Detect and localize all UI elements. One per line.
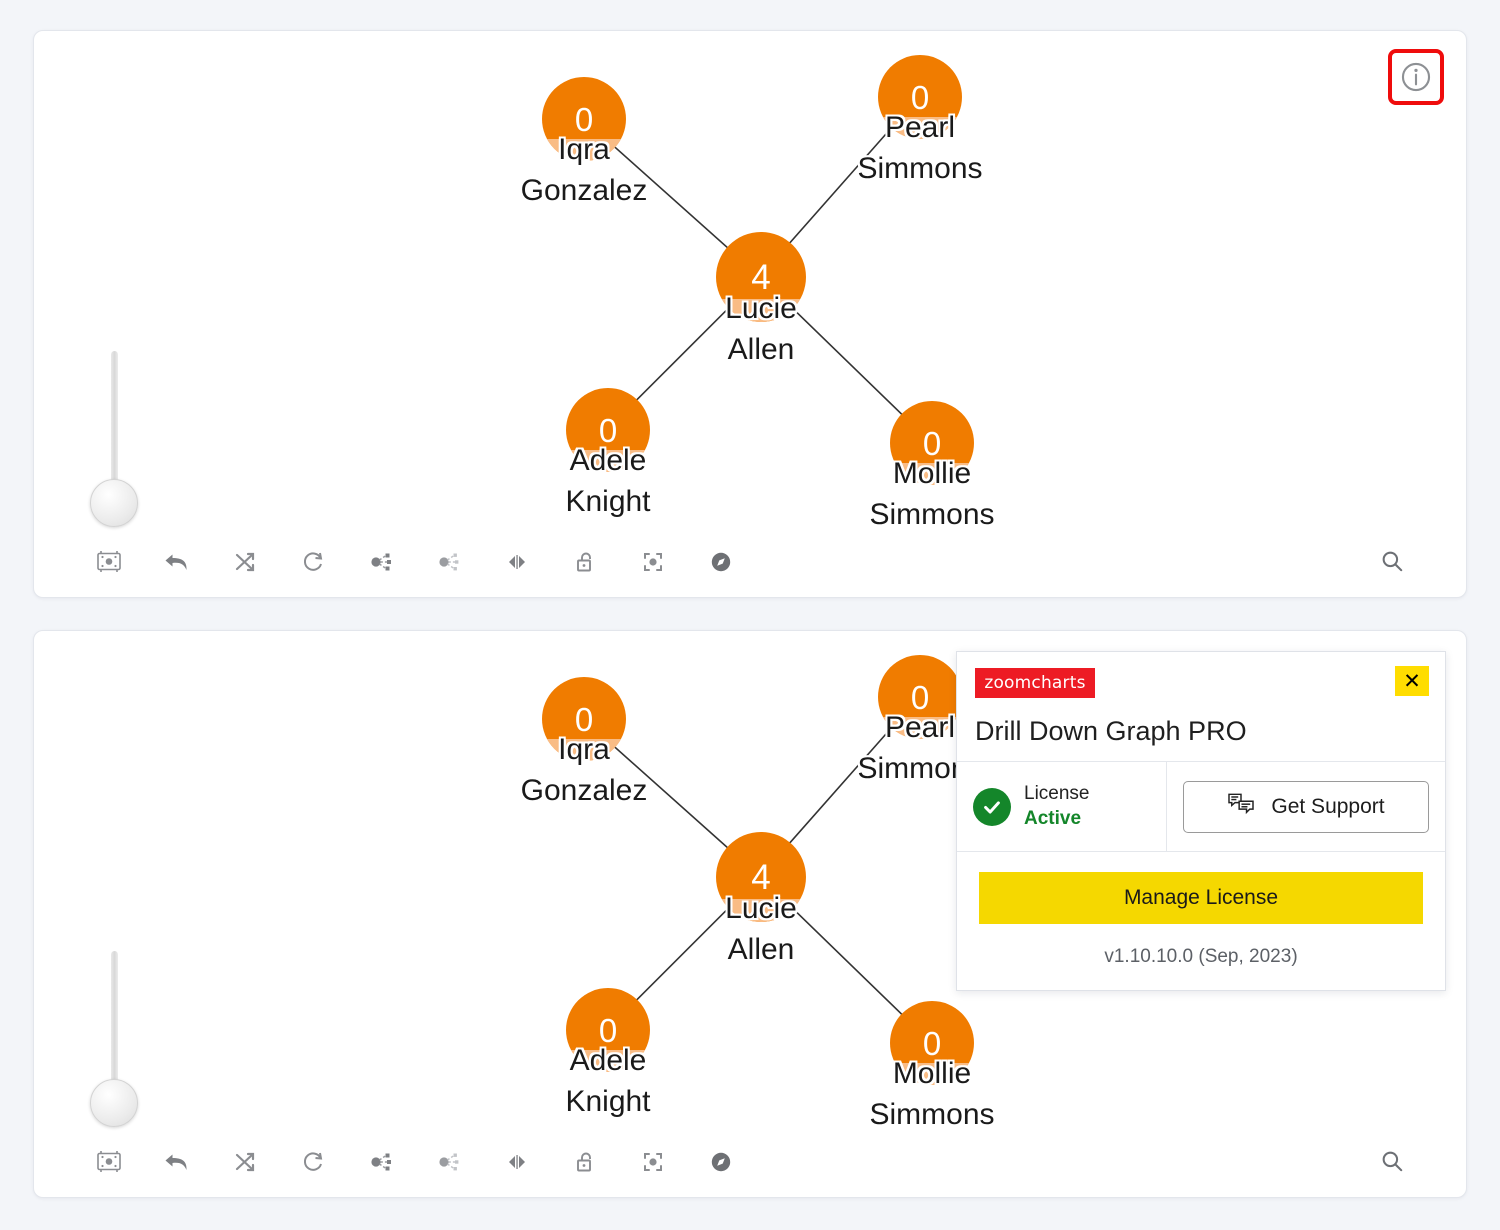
license-status-block: License Active [957,762,1167,852]
reload-icon[interactable] [296,1145,330,1179]
screenshot-icon[interactable] [92,545,126,579]
node-bubble: 0 [566,988,650,1072]
screenshot-icon[interactable] [92,1145,126,1179]
node-bubble: 4 [716,832,806,922]
panel-spacer [33,598,1467,630]
graph-node-mollie[interactable]: 0 Mollie Simmons [869,1001,995,1131]
undo-icon[interactable] [160,545,194,579]
node-value: 4 [751,257,771,297]
node-value: 0 [910,678,930,716]
license-status: Active [1024,807,1082,829]
info-popup-license-row: License Active Get Support [957,762,1445,853]
info-popup-title: Drill Down Graph PRO [975,716,1247,746]
chat-bubbles-icon [1227,792,1255,822]
zoom-slider-handle[interactable] [90,1079,138,1127]
focus-node-icon[interactable] [636,1145,670,1179]
info-popup-header: zoomcharts ✕ Drill Down Graph PRO [957,652,1445,762]
get-support-label: Get Support [1271,794,1385,818]
node-value: 0 [922,424,942,462]
unlock-icon[interactable] [568,545,602,579]
zoomcharts-logo: zoomcharts [975,668,1095,698]
graph-node-iqra[interactable]: 0 Iqra Gonzalez [521,677,647,807]
shuffle-icon[interactable] [228,1145,262,1179]
info-button[interactable] [1388,49,1444,105]
node-bubble: 0 [878,655,962,739]
graph-node-adele[interactable]: 0 Adele Knight [565,988,651,1118]
compass-icon[interactable] [704,545,738,579]
search-icon[interactable] [1376,1145,1408,1177]
collapse-node-icon[interactable] [432,1145,466,1179]
collapse-node-icon[interactable] [432,545,466,579]
node-bubble: 0 [566,388,650,472]
info-popup: zoomcharts ✕ Drill Down Graph PRO Licens… [956,651,1446,992]
node-value: 0 [910,78,930,116]
graph-node-iqra[interactable]: 0 Iqra Gonzalez [521,77,647,207]
graph-node-pearl[interactable]: 0 Pearl Simmons [857,655,983,785]
graph-node-lucie[interactable]: 4 Lucie Allen [716,232,806,366]
node-value: 0 [598,411,618,449]
horizontal-arrows-icon[interactable] [500,1145,534,1179]
node-bubble: 0 [878,55,962,139]
compass-icon[interactable] [704,1145,738,1179]
info-popup-footer: Manage License v1.10.10.0 (Sep, 2023) [957,852,1445,990]
check-circle-icon [973,787,1011,826]
version-text: v1.10.10.0 (Sep, 2023) [1104,946,1298,968]
unlock-icon[interactable] [568,1145,602,1179]
manage-license-button[interactable]: Manage License [979,872,1423,925]
license-text: License Active [1024,782,1090,831]
graph-panel-bottom: 0 Iqra Gonzalez 0 Pearl Simmons 4 Lucie Allen… [33,630,1467,1198]
node-value: 0 [922,1024,942,1062]
node-value: 0 [574,100,594,138]
zoom-slider[interactable] [82,951,146,1131]
support-block: Get Support [1167,762,1445,851]
undo-icon[interactable] [160,1145,194,1179]
zoom-slider-handle[interactable] [90,479,138,527]
graph-node-pearl[interactable]: 0 Pearl Simmons [857,55,983,185]
node-value: 4 [751,857,771,897]
horizontal-arrows-icon[interactable] [500,545,534,579]
expand-node-icon[interactable] [364,1145,398,1179]
node-value: 0 [598,1011,618,1049]
graph-node-lucie[interactable]: 4 Lucie Allen [716,832,806,966]
shuffle-icon[interactable] [228,545,262,579]
get-support-button[interactable]: Get Support [1183,780,1429,833]
node-bubble: 0 [890,1001,974,1085]
expand-node-icon[interactable] [364,545,398,579]
graph-node-adele[interactable]: 0 Adele Knight [565,388,651,518]
graph-panel-top: 0 Iqra Gonzalez 0 Pearl Simmons 4 Lucie Allen… [33,30,1467,598]
focus-node-icon[interactable] [636,545,670,579]
close-icon[interactable]: ✕ [1395,666,1429,696]
node-bubble: 0 [542,77,626,161]
node-value: 0 [574,700,594,738]
reload-icon[interactable] [296,545,330,579]
license-label: License [1024,783,1090,804]
graph-node-mollie[interactable]: 0 Mollie Simmons [869,401,995,531]
graph-toolbar-top [92,545,738,579]
node-bubble: 0 [542,677,626,761]
search-icon[interactable] [1376,545,1408,577]
zoom-slider[interactable] [82,351,146,531]
graph-canvas-top[interactable]: 0 Iqra Gonzalez 0 Pearl Simmons 4 Lucie Allen… [34,31,1466,597]
node-bubble: 0 [890,401,974,485]
node-bubble: 4 [716,232,806,322]
page-root: 0 Iqra Gonzalez 0 Pearl Simmons 4 Lucie Allen… [0,0,1500,1230]
graph-toolbar-bottom [92,1145,738,1179]
